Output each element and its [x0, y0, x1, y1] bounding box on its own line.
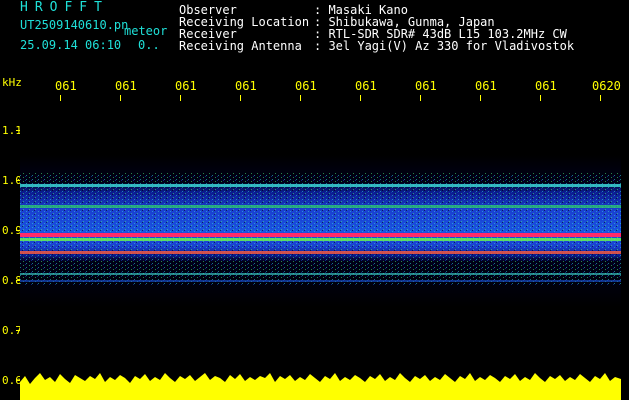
y-axis-ticks: [16, 130, 20, 381]
